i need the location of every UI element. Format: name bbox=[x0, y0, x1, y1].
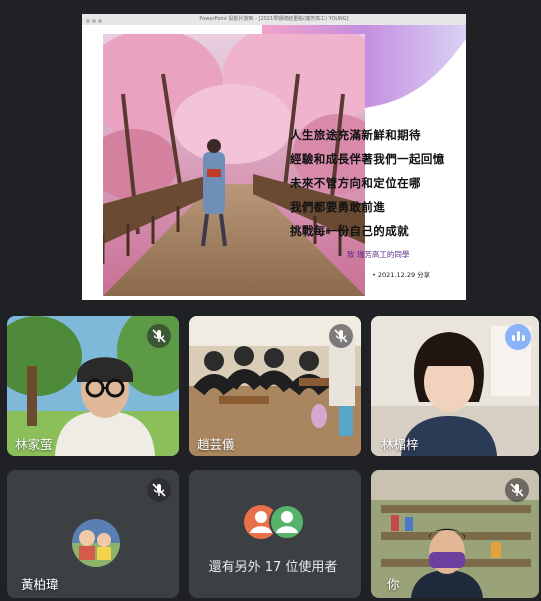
slide-line-5: 挑戰每一份自己的成就 bbox=[290, 224, 409, 238]
presentation-window-title: PowerPoint 投影片放映 - [2021學期總結重點(瑞芳高工) YOU… bbox=[199, 16, 349, 22]
mute-indicator bbox=[147, 324, 171, 348]
participant-tile-active-speaker[interactable]: 林楣梓 bbox=[371, 316, 539, 456]
slide-line-3: 未來不管方向和定位在哪 bbox=[290, 176, 421, 190]
participant-name: 你 bbox=[387, 577, 400, 592]
others-count-label: 還有另外 17 位使用者 bbox=[208, 560, 338, 575]
participant-name: 黃柏瑋 bbox=[21, 577, 59, 592]
mic-off-icon bbox=[152, 329, 166, 343]
participant-name: 趙芸儀 bbox=[197, 437, 235, 452]
audio-level-icon bbox=[505, 324, 531, 350]
presentation-window-titlebar: PowerPoint 投影片放映 - [2021學期總結重點(瑞芳高工) YOU… bbox=[82, 14, 466, 25]
mute-indicator bbox=[505, 478, 529, 502]
others-tile[interactable]: 還有另外 17 位使用者 bbox=[189, 470, 361, 598]
participant-name: 林楣梓 bbox=[381, 437, 419, 452]
mic-off-icon bbox=[152, 483, 166, 497]
slide-text-box: 人生旅途充滿新鮮和期待 經驗和成長伴著我們一起回憶 未來不管方向和定位在哪 我們… bbox=[284, 127, 446, 295]
participant-tile[interactable]: 林家萤 bbox=[7, 316, 179, 456]
slide-date: • 2021.12.29 分享 bbox=[372, 271, 431, 279]
slide-line-4: 我們都要勇敢前進 bbox=[290, 200, 386, 214]
slide-line-1: 人生旅途充滿新鮮和期待 bbox=[290, 128, 421, 142]
mute-indicator bbox=[147, 478, 171, 502]
participant-name: 林家萤 bbox=[15, 437, 53, 452]
slide-signature: 致 瑞芳高工的同學 bbox=[347, 250, 410, 259]
participant-tile[interactable]: 趙芸儀 bbox=[189, 316, 361, 456]
slide: 人生旅途充滿新鮮和期待 經驗和成長伴著我們一起回憶 未來不管方向和定位在哪 我們… bbox=[82, 25, 466, 300]
slide-line-2: 經驗和成長伴著我們一起回憶 bbox=[290, 152, 445, 166]
self-tile[interactable]: 你 bbox=[371, 470, 539, 598]
mute-indicator bbox=[329, 324, 353, 348]
mic-off-icon bbox=[510, 483, 524, 497]
presentation-screen[interactable]: PowerPoint 投影片放映 - [2021學期總結重點(瑞芳高工) YOU… bbox=[82, 14, 466, 300]
mic-off-icon bbox=[334, 329, 348, 343]
others-avatars bbox=[244, 504, 305, 540]
participant-tile[interactable]: 黃柏瑋 bbox=[7, 470, 179, 598]
